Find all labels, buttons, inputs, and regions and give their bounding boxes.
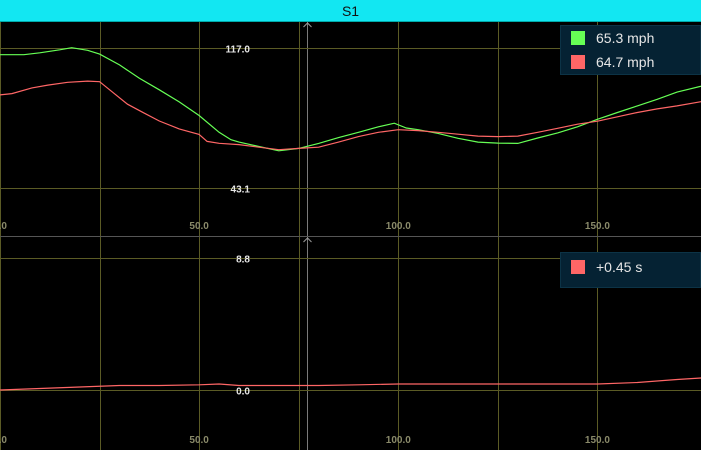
x-tick-label: 100.0 (386, 435, 411, 446)
legend-item-delta: +0.45 s (561, 255, 700, 279)
legend-label: +0.45 s (596, 259, 643, 275)
y-tick-label: 0.0 (236, 387, 250, 398)
series-line-1 (0, 377, 701, 391)
legend-swatch (571, 55, 585, 69)
legend-item-speed-1: 65.3 mph (561, 26, 700, 50)
x-tick-label: 50.0 (189, 435, 209, 446)
x-tick-label: 100.0 (386, 221, 411, 232)
y-tick-label: 43.1 (231, 185, 251, 196)
x-tick-label: 50.0 (189, 221, 209, 232)
x-tick-label: 150.0 (585, 221, 610, 232)
delta-legend: +0.45 s (560, 252, 701, 288)
legend-item-speed-2: 64.7 mph (561, 50, 700, 74)
legend-swatch (571, 260, 585, 274)
x-tick-label: 0.0 (0, 435, 7, 446)
y-tick-label: 8.8 (236, 255, 250, 266)
y-tick-label: 117.0 (226, 45, 251, 56)
legend-label: 64.7 mph (596, 54, 655, 70)
series-line-2 (0, 80, 701, 151)
x-tick-label: 0.0 (0, 221, 7, 232)
speed-legend: 65.3 mph 64.7 mph (560, 25, 701, 75)
x-tick-label: 150.0 (585, 435, 610, 446)
legend-swatch (571, 31, 585, 45)
panel-divider (0, 236, 701, 237)
legend-label: 65.3 mph (596, 30, 655, 46)
